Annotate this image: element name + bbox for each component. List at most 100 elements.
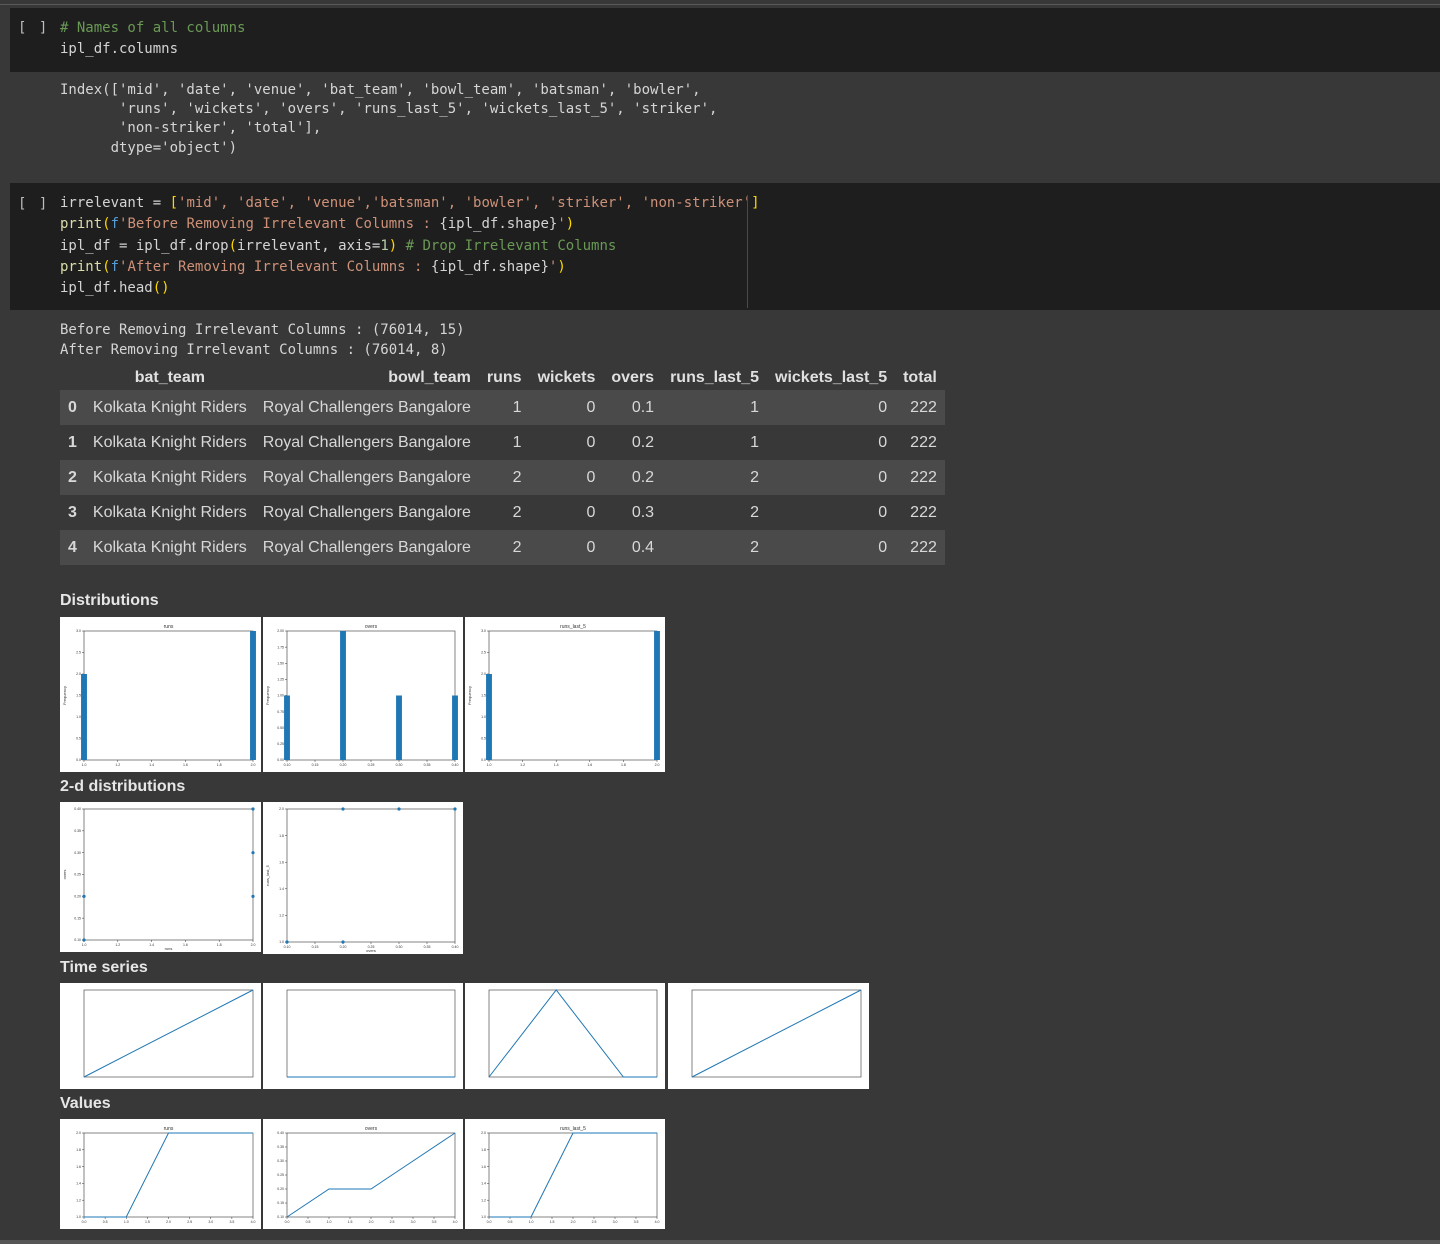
y-tick-label: 0.25: [277, 742, 284, 746]
column-header: wickets: [537, 369, 596, 386]
code-token: ): [557, 259, 566, 275]
table-cell: 222: [895, 495, 945, 530]
y-tick-label: 1.6: [481, 1165, 486, 1169]
series-line: [489, 1132, 657, 1218]
code-cell-1[interactable]: [ ] # Names of all columns ipl_df.column…: [10, 8, 1440, 72]
table-cell: 0: [767, 425, 896, 460]
x-tick-label: 0.0: [285, 1220, 290, 1224]
chart-title: runs: [164, 1126, 174, 1132]
y-tick-label: 2.0: [279, 807, 284, 811]
code-line: ipl_df.columns: [60, 41, 179, 57]
plot-frame: [286, 630, 456, 761]
code-token: ): [565, 216, 575, 232]
section-heading-time-series: Time series: [60, 959, 148, 976]
x-tick-label: 1.5: [348, 1220, 353, 1224]
chart-dist-runs-last-5[interactable]: runs_last_5 Frequency 1.0 1.2 1.4 1.6 1.8 2.0 0.…: [465, 617, 665, 772]
y-tick-label: 2.0: [76, 1131, 81, 1135]
y-tick-label: 1.0: [481, 715, 486, 719]
bar: [340, 631, 346, 760]
row-index: 2: [60, 460, 85, 495]
code-token: ipl_df.head: [60, 280, 153, 296]
x-tick-label: 1.0: [82, 943, 87, 947]
x-tick-label: 3.5: [229, 1220, 234, 1224]
chart-scatter-runs-overs[interactable]: overs runs 1.0 1.2 1.4 1.6 1.8 2.0 0.10 0.15 0.20 0…: [60, 802, 261, 952]
chart-svg: overs 0.0 0.5 1.0 1.5 2.0 2.5 3.0 3.5 4.0 0.10 0.15…: [277, 1126, 457, 1224]
code-token: irrelevant, axis=: [237, 238, 381, 254]
bottom-divider: [0, 1240, 1440, 1244]
table-cell: 0: [767, 460, 896, 495]
x-tick-label: 0.0: [82, 1220, 87, 1224]
chart-svg: runs Frequency 1.0 1.2 1.4 1.6 1.8 2.0 0.0 0.5 1.0…: [62, 624, 256, 767]
y-tick-label: 3.0: [76, 629, 81, 633]
y-tick-label: 1.5: [76, 694, 81, 698]
chart-values-overs[interactable]: overs 0.0 0.5 1.0 1.5 2.0 2.5 3.0 3.5 4.0 0.10 0.15…: [263, 1119, 463, 1229]
chart-scatter-overs-runs-last-5[interactable]: runs_last_5 overs 0.10 0.15 0.20 0.25 0.30 0.35…: [263, 802, 463, 954]
x-tick-label: 2.0: [166, 1220, 171, 1224]
y-tick-label: 0.30: [277, 1159, 284, 1163]
table-cell: 0.2: [603, 460, 663, 495]
table-cell: 222: [895, 530, 945, 565]
chart-time-series-2[interactable]: [263, 983, 463, 1089]
table-cell: 0.1: [603, 390, 663, 425]
chart-title: overs: [365, 1126, 378, 1132]
output-line: After Removing Irrelevant Columns : (760…: [60, 342, 448, 358]
chart-svg: runs_last_5overs0.10 0.15 0.20 0.25 0.30 0.35…: [265, 807, 458, 953]
chart-time-series-3[interactable]: [465, 983, 665, 1089]
code-cell-2[interactable]: [ ] irrelevant = ['mid', 'date', 'venue'…: [10, 183, 1440, 310]
x-tick-label: 1.6: [183, 763, 188, 767]
code-line: irrelevant = ['mid', 'date', 'venue','ba…: [60, 195, 760, 211]
chart-time-series-1[interactable]: [60, 983, 261, 1089]
table-row: 2 Kolkata Knight Riders Royal Challenger…: [60, 460, 945, 495]
y-tick-label: 2.00: [277, 629, 284, 633]
output-line: dtype='object'): [60, 140, 238, 156]
code-line: # Names of all columns: [60, 20, 245, 36]
x-tick-label: 0.40: [452, 763, 459, 767]
y-tick-label: 0.00: [277, 758, 284, 762]
scatter-point: [82, 938, 86, 942]
y-tick-label: 0.15: [277, 1201, 284, 1205]
code-comment: # Names of all columns: [60, 20, 246, 36]
column-header: runs: [486, 369, 522, 386]
scatter-point: [341, 807, 345, 811]
run-cell-button[interactable]: [ ]: [18, 196, 49, 212]
table-cell: 2: [662, 530, 768, 565]
plot-frame: [286, 989, 456, 1078]
chart-values-runs-last-5[interactable]: runs_last_5 0.0 0.5 1.0 1.5 2.0 2.5 3.0 3.5 4.0 1.…: [465, 1119, 665, 1229]
code-token: f: [110, 259, 120, 275]
y-tick-label: 0.20: [277, 1187, 284, 1191]
y-tick-label: 1.6: [76, 1165, 81, 1169]
chart-svg: [488, 989, 658, 1078]
table-cell: 2: [662, 495, 768, 530]
x-tick-label: 1.8: [621, 763, 626, 767]
code-token: f: [110, 216, 120, 232]
code-line: ipl_df = ipl_df.drop(irrelevant, axis=1)…: [60, 238, 616, 254]
y-tick-label: 1.2: [481, 1198, 486, 1202]
x-tick-label: 3.5: [634, 1220, 639, 1224]
code-token: (: [102, 259, 111, 275]
chart-values-runs[interactable]: runs 0.0 0.5 1.0 1.5 2.0 2.5 3.0 3.5 4.0 1.0 1.2 1.4…: [60, 1119, 261, 1229]
y-tick-label: 1.0: [76, 1215, 81, 1219]
x-tick-label: 0.30: [396, 945, 403, 949]
y-tick-label: 1.6: [279, 860, 284, 864]
x-tick-label: 2.0: [571, 1220, 576, 1224]
series-line: [488, 989, 657, 1078]
x-tick-label: 0.10: [284, 763, 291, 767]
x-axis-label: runs: [165, 946, 173, 951]
chart-dist-runs[interactable]: runs Frequency 1.0 1.2 1.4 1.6 1.8 2.0 0.0 0.5 1.0…: [60, 617, 261, 772]
table-cell: 1: [478, 425, 530, 460]
y-tick-label: 1.0: [76, 715, 81, 719]
x-tick-label: 1.0: [487, 763, 492, 767]
chart-svg: runs_last_5 0.0 0.5 1.0 1.5 2.0 2.5 3.0 3.5 4.0 1.…: [481, 1126, 659, 1224]
x-tick-label: 2.5: [592, 1220, 597, 1224]
table-cell: 2: [478, 495, 530, 530]
series-line: [286, 1132, 456, 1218]
x-tick-label: 1.2: [520, 763, 525, 767]
bar: [81, 674, 87, 760]
run-cell-button[interactable]: [ ]: [18, 20, 49, 36]
series-line: [84, 1132, 253, 1218]
code-line: ipl_df.head(): [60, 280, 170, 296]
chart-time-series-4[interactable]: [668, 983, 869, 1089]
y-tick-label: 0.40: [277, 1131, 284, 1135]
chart-dist-overs[interactable]: overs Frequency 0.10 0.15 0.20 0.25 0.30 0.35 0.…: [263, 617, 463, 772]
x-tick-label: 0.10: [284, 945, 291, 949]
